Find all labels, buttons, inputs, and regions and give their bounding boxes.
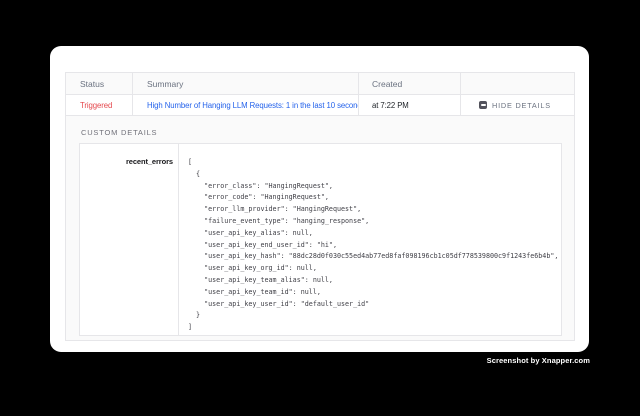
actions-cell: HIDE DETAILS (461, 95, 574, 115)
collapse-minus-icon (479, 101, 487, 109)
summary-cell: High Number of Hanging LLM Requests: 1 i… (133, 95, 359, 115)
column-header-created: Created (359, 73, 461, 94)
table-header-row: Status Summary Created (65, 72, 575, 95)
column-header-status: Status (66, 73, 133, 94)
recent-errors-field-label: recent_errors (126, 157, 173, 166)
column-header-summary: Summary (133, 73, 359, 94)
recent-errors-json: [ { "error_class": "HangingRequest", "er… (188, 157, 561, 334)
alerts-table: Status Summary Created Triggered High Nu… (65, 72, 575, 341)
details-json-panel: recent_errors [ { "error_class": "Hangin… (79, 143, 562, 336)
table-row: Triggered High Number of Hanging LLM Req… (65, 95, 575, 115)
alert-summary-link[interactable]: High Number of Hanging LLM Requests: 1 i… (147, 101, 358, 110)
status-badge: Triggered (80, 101, 112, 110)
created-cell: at 7:22 PM (359, 95, 461, 115)
hide-details-button[interactable]: HIDE DETAILS (479, 101, 551, 110)
created-timestamp: at 7:22 PM (372, 101, 409, 110)
custom-details-heading: CUSTOM DETAILS (81, 128, 562, 138)
json-value-column: [ { "error_class": "HangingRequest", "er… (179, 144, 561, 335)
xnapper-watermark: Screenshot by Xnapper.com (487, 356, 590, 365)
column-header-actions (461, 73, 574, 94)
status-cell: Triggered (66, 95, 133, 115)
app-window-card: Status Summary Created Triggered High Nu… (50, 46, 589, 352)
custom-details-section: CUSTOM DETAILS recent_errors [ { "error_… (65, 115, 575, 341)
field-label-column: recent_errors (80, 144, 179, 335)
hide-details-label: HIDE DETAILS (492, 101, 551, 110)
